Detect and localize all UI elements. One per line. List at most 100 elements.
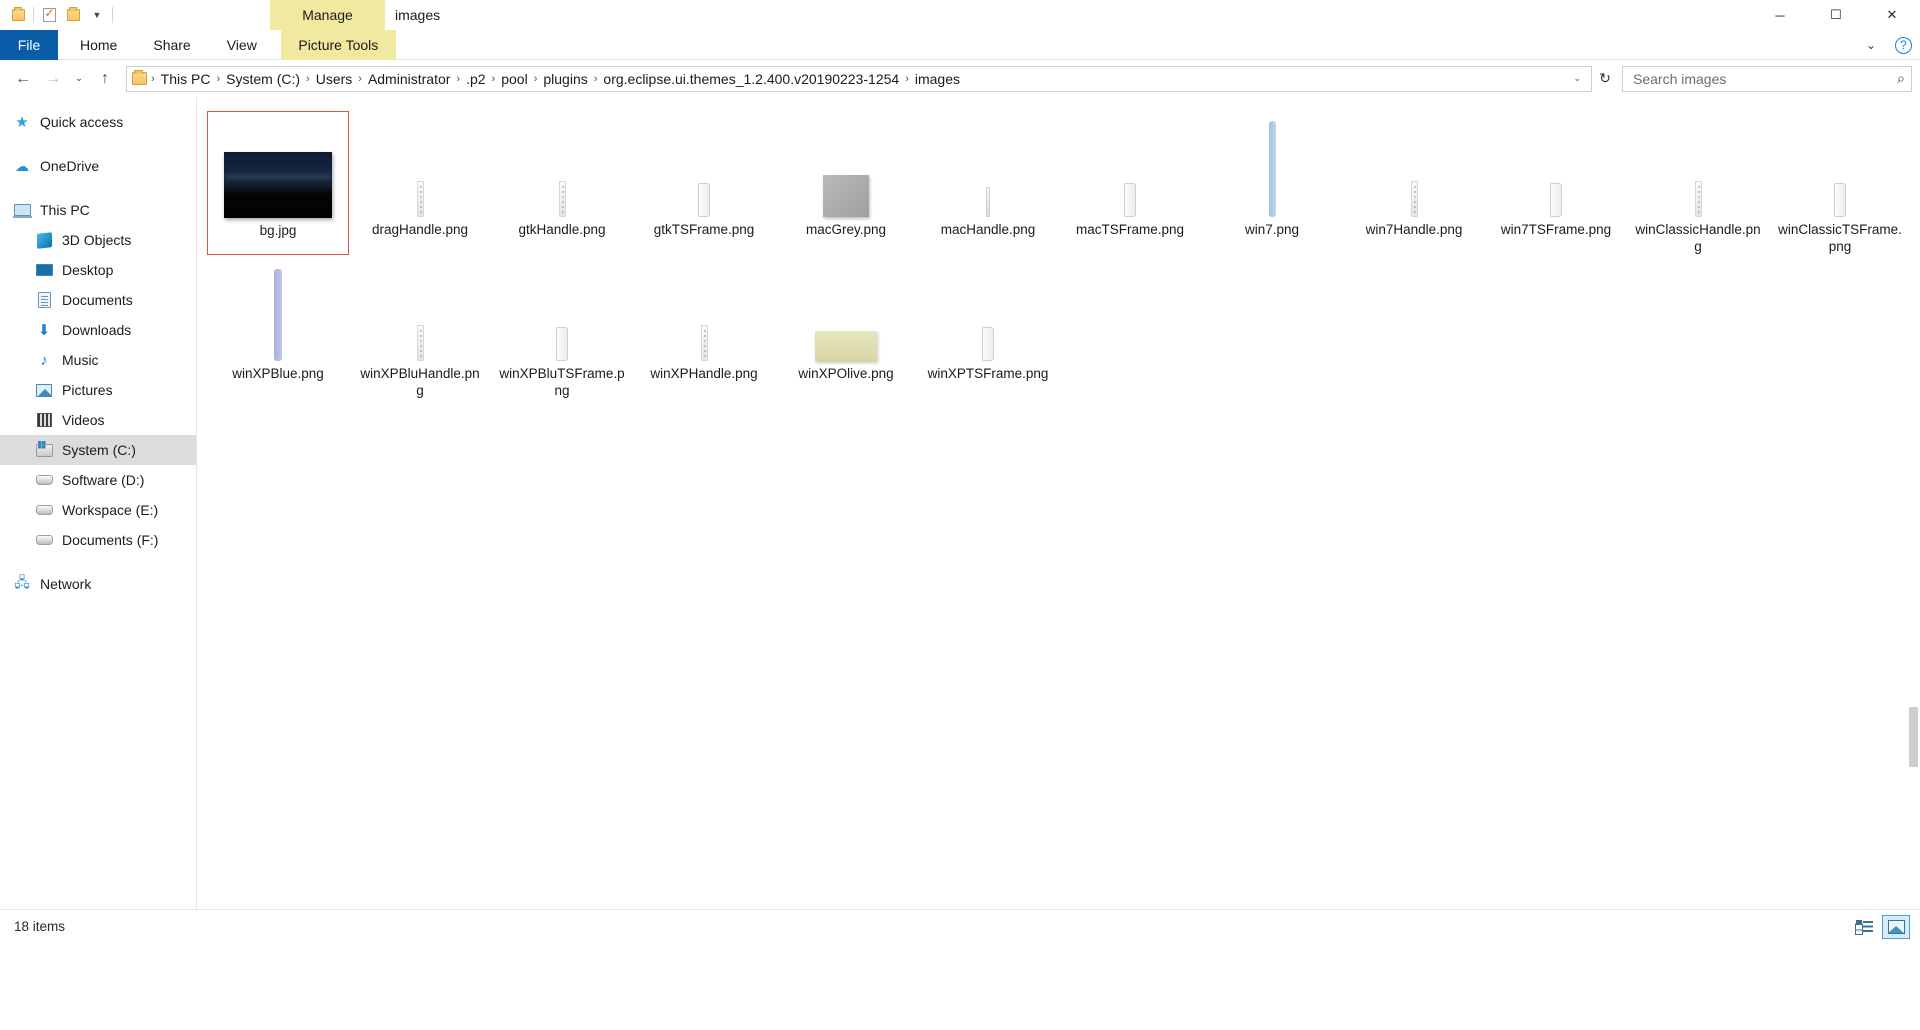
file-item-gtktsframe-png[interactable]: gtkTSFrame.png	[633, 111, 775, 255]
file-name-label: win7.png	[1244, 222, 1300, 237]
thumbnail	[1065, 117, 1195, 217]
sidebar-item-music[interactable]: ♪ Music	[0, 345, 196, 375]
file-name-label: winXPTSFrame.png	[927, 366, 1049, 381]
sidebar-item-label: System (C:)	[62, 442, 136, 458]
file-item-winclassictsframe-png[interactable]: winClassicTSFrame.png	[1769, 111, 1911, 255]
breadcrumb-dropdown-icon[interactable]: ⌄	[1567, 73, 1589, 84]
sidebar-item-onedrive[interactable]: ☁ OneDrive	[0, 151, 196, 181]
sidebar-item-label: Downloads	[62, 322, 132, 338]
recent-locations-button[interactable]: ⌄	[68, 64, 90, 94]
tab-file[interactable]: File	[0, 30, 58, 60]
file-item-draghandle-png[interactable]: dragHandle.png	[349, 111, 491, 255]
thumbnail	[1349, 117, 1479, 217]
breadcrumb-item-users[interactable]: Users	[311, 69, 358, 89]
sidebar-item-desktop[interactable]: Desktop	[0, 255, 196, 285]
sidebar-item-pictures[interactable]: Pictures	[0, 375, 196, 405]
file-item-winxpolive-png[interactable]: winXPOlive.png	[775, 255, 917, 399]
thumbnail	[1633, 117, 1763, 217]
up-button[interactable]: ↑	[90, 64, 120, 94]
large-icons-view-icon	[1887, 919, 1905, 934]
sidebar-item-documents[interactable]: Documents	[0, 285, 196, 315]
sidebar-item-system-c[interactable]: System (C:)	[0, 435, 196, 465]
sidebar-item-network[interactable]: 🖧 Network	[0, 569, 196, 599]
tab-home[interactable]: Home	[62, 30, 135, 60]
network-icon: 🖧	[14, 574, 30, 590]
file-item-winxptsframe-png[interactable]: winXPTSFrame.png	[917, 255, 1059, 399]
file-item-win7handle-png[interactable]: win7Handle.png	[1343, 111, 1485, 255]
tab-share[interactable]: Share	[135, 30, 208, 60]
collapse-ribbon-icon[interactable]: ⌄	[1861, 38, 1881, 52]
file-item-mactsframe-png[interactable]: macTSFrame.png	[1059, 111, 1201, 255]
folder-icon[interactable]	[61, 3, 85, 27]
drive-icon	[34, 531, 54, 549]
ribbon-tab-bar: File Home Share View Picture Tools ⌄ ?	[0, 30, 1920, 60]
sidebar-item-videos[interactable]: Videos	[0, 405, 196, 435]
sidebar-item-quick-access[interactable]: ★ Quick access	[0, 107, 196, 137]
breadcrumb-item-administrator[interactable]: Administrator	[363, 69, 455, 89]
folder-new-icon[interactable]	[6, 3, 30, 27]
breadcrumb-bar[interactable]: › This PC › System (C:) › Users › Admini…	[126, 65, 1592, 92]
minimize-button[interactable]: ─	[1752, 0, 1808, 30]
sidebar-item-workspace-e[interactable]: Workspace (E:)	[0, 495, 196, 525]
thumbnail	[781, 261, 911, 361]
thumbnail	[355, 261, 485, 361]
search-box[interactable]: Search images ⌕	[1622, 65, 1912, 92]
scrollbar-thumb[interactable]	[1909, 707, 1918, 767]
breadcrumb-item-images[interactable]: images	[910, 69, 965, 89]
videos-icon	[34, 411, 54, 429]
refresh-button[interactable]: ↻	[1592, 66, 1618, 92]
file-name-label: dragHandle.png	[371, 222, 469, 237]
file-grid: bg.jpg dragHandle.png gtkHandle.png gtkT…	[207, 111, 1920, 399]
breadcrumb-item-plugins[interactable]: plugins	[538, 69, 592, 89]
sidebar-item-3d-objects[interactable]: 3D Objects	[0, 225, 196, 255]
vertical-scrollbar[interactable]	[1906, 97, 1920, 909]
file-item-winxphandle-png[interactable]: winXPHandle.png	[633, 255, 775, 399]
properties-icon[interactable]	[37, 3, 61, 27]
back-button[interactable]: ←	[8, 64, 38, 94]
thumbnail	[923, 261, 1053, 361]
sidebar-item-this-pc[interactable]: This PC	[0, 195, 196, 225]
file-name-label: winClassicTSFrame.png	[1778, 222, 1902, 254]
file-item-winxpblue-png[interactable]: winXPBlue.png	[207, 255, 349, 399]
breadcrumb-item-p2[interactable]: .p2	[461, 69, 490, 89]
tab-view[interactable]: View	[209, 30, 275, 60]
file-item-winxpblutsframe-png[interactable]: winXPBluTSFrame.png	[491, 255, 633, 399]
breadcrumb-item-plugin-folder[interactable]: org.eclipse.ui.themes_1.2.400.v20190223-…	[598, 69, 904, 89]
thumbnail	[1207, 117, 1337, 217]
breadcrumb-item-system-c[interactable]: System (C:)	[221, 69, 305, 89]
drive-icon	[34, 471, 54, 489]
file-item-gtkhandle-png[interactable]: gtkHandle.png	[491, 111, 633, 255]
help-icon[interactable]: ?	[1895, 36, 1912, 54]
large-icons-view-button[interactable]	[1882, 914, 1910, 939]
sidebar-item-label: Videos	[62, 412, 105, 428]
file-item-bg-jpg[interactable]: bg.jpg	[207, 111, 349, 255]
file-item-winclassichandle-png[interactable]: winClassicHandle.png	[1627, 111, 1769, 255]
window-controls: ─ ☐ ✕	[1752, 0, 1920, 30]
file-list-view[interactable]: bg.jpg dragHandle.png gtkHandle.png gtkT…	[197, 97, 1920, 909]
item-count-label: 18 items	[14, 919, 66, 934]
close-button[interactable]: ✕	[1864, 0, 1920, 30]
file-item-machandle-png[interactable]: macHandle.png	[917, 111, 1059, 255]
forward-button[interactable]: →	[38, 64, 68, 94]
file-item-win7-png[interactable]: win7.png	[1201, 111, 1343, 255]
breadcrumb-item-this-pc[interactable]: This PC	[156, 69, 216, 89]
details-view-button[interactable]	[1850, 915, 1878, 939]
sidebar-item-downloads[interactable]: ⬇ Downloads	[0, 315, 196, 345]
breadcrumb-item-pool[interactable]: pool	[496, 69, 532, 89]
breadcrumb-folder-icon	[132, 70, 147, 85]
address-bar: ← → ⌄ ↑ › This PC › System (C:) › Users …	[0, 60, 1920, 97]
tab-picture-tools[interactable]: Picture Tools	[280, 30, 396, 60]
maximize-button[interactable]: ☐	[1808, 0, 1864, 30]
documents-icon	[34, 291, 54, 309]
file-name-label: gtkHandle.png	[518, 222, 606, 237]
search-input[interactable]: Search images	[1633, 71, 1897, 87]
customize-qat-icon[interactable]: ▼	[85, 3, 109, 27]
file-item-win7tsframe-png[interactable]: win7TSFrame.png	[1485, 111, 1627, 255]
sidebar-item-software-d[interactable]: Software (D:)	[0, 465, 196, 495]
sidebar-item-label: Documents	[62, 292, 133, 308]
file-item-winxpbluhandle-png[interactable]: winXPBluHandle.png	[349, 255, 491, 399]
contextual-tab-manage[interactable]: Manage	[270, 0, 385, 30]
file-item-macgrey-png[interactable]: macGrey.png	[775, 111, 917, 255]
thumbnail	[213, 261, 343, 361]
sidebar-item-documents-f[interactable]: Documents (F:)	[0, 525, 196, 555]
